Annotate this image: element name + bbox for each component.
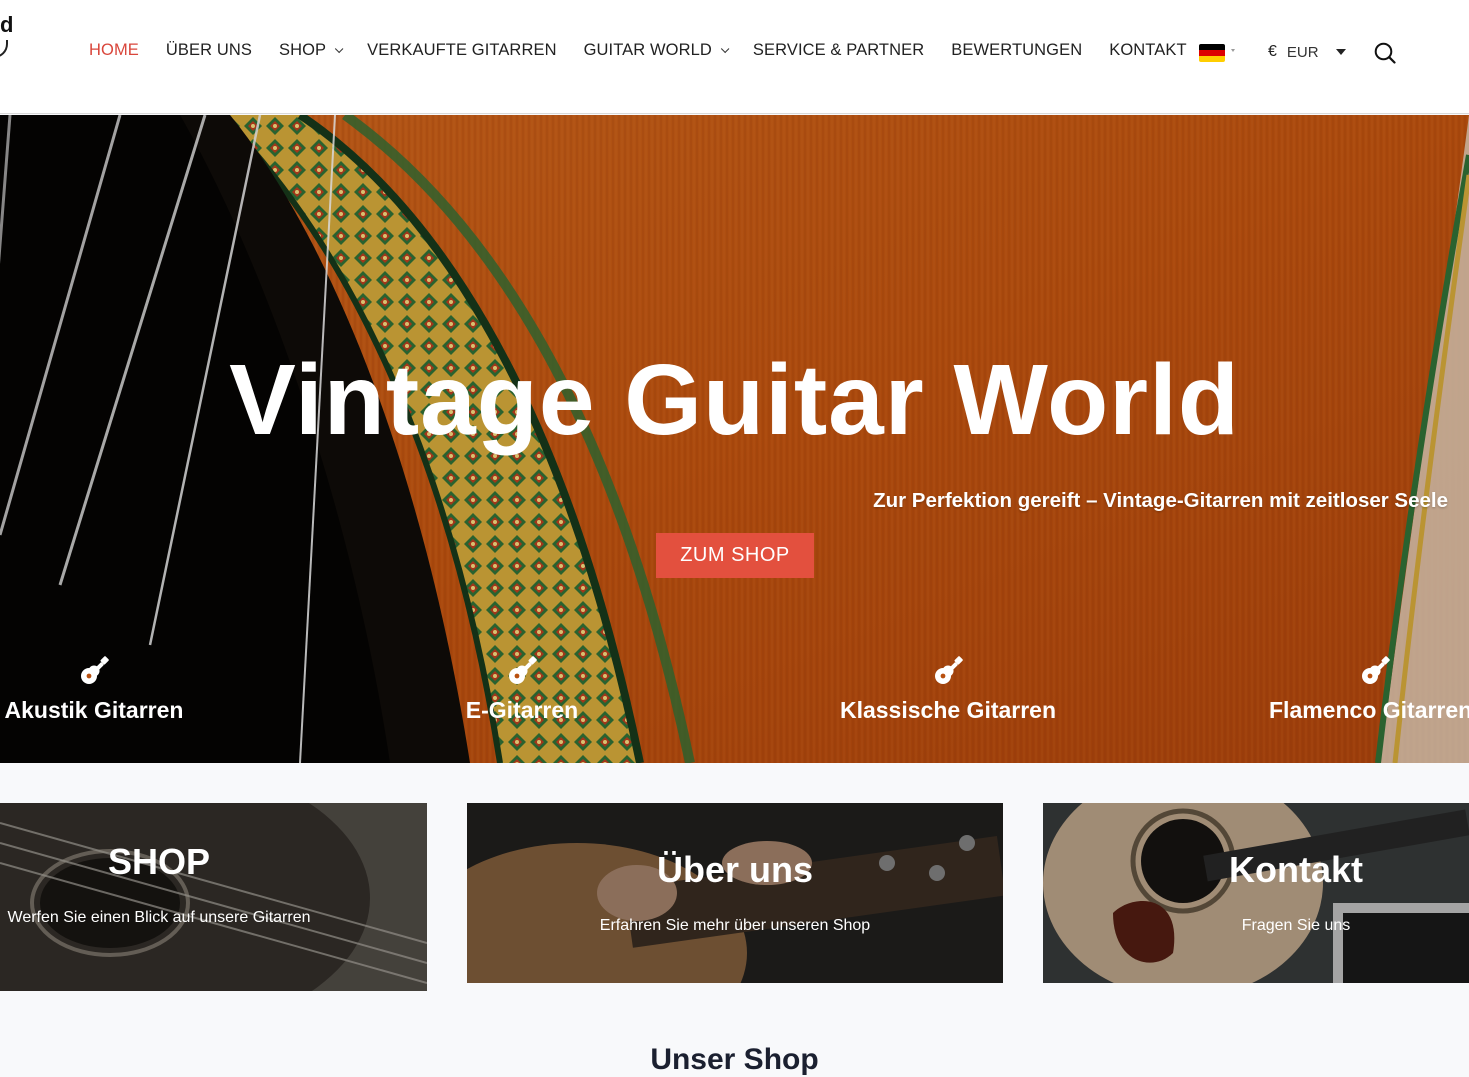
- card-kontakt-image: [1043, 803, 1469, 983]
- card-title: Über uns: [656, 849, 814, 890]
- card-title: SHOP: [107, 841, 211, 882]
- nav-item-verkaufte-gitarren[interactable]: VERKAUFTE GITARREN: [367, 41, 556, 60]
- card-ueber-uns-image: [467, 803, 1003, 983]
- category-label: Akustik Gitarren: [4, 697, 184, 723]
- currency-code: EUR: [1286, 43, 1319, 61]
- chevron-down-icon: [720, 44, 730, 53]
- hero-banner: Vintage Guitar World Zur Perfektion gere…: [0, 115, 1469, 763]
- guitar-icon: [81, 656, 109, 684]
- category-label: E-Gitarren: [465, 697, 579, 723]
- card-kontakt[interactable]: Kontakt Fragen Sie uns: [1043, 803, 1469, 983]
- chevron-down-icon: [335, 44, 344, 53]
- nav-label: KONTAKT: [1109, 41, 1187, 59]
- card-subtitle: Werfen Sie einen Blick auf unsere Gitarr…: [7, 909, 311, 926]
- category-label: Flamenco Gitarren: [1269, 697, 1469, 723]
- hero-subtitle: Zur Perfektion gereift – Vintage-Gitarre…: [873, 489, 1448, 512]
- nav-label: SHOP: [278, 41, 327, 59]
- card-shop[interactable]: SHOP Werfen Sie einen Blick auf unsere G…: [0, 803, 427, 991]
- nav-label: BEWERTUNGEN: [951, 41, 1083, 59]
- nav-item-service-partner[interactable]: SERVICE & PARTNER: [753, 41, 924, 60]
- guitar-icon: [935, 656, 963, 684]
- nav-label: ÜBER UNS: [165, 41, 252, 59]
- nav-item-ueber-uns[interactable]: ÜBER UNS: [166, 41, 252, 60]
- nav-item-guitar-world[interactable]: GUITAR WORLD: [583, 41, 730, 60]
- section-heading-unser-shop: Unser Shop: [650, 1043, 819, 1076]
- nav-item-home[interactable]: HOME: [89, 41, 139, 60]
- nav-label: GUITAR WORLD: [583, 41, 712, 59]
- guitar-icon: [1362, 656, 1390, 684]
- currency-symbol: €: [1268, 43, 1277, 60]
- hero-title: Vintage Guitar World: [229, 344, 1240, 456]
- caret-down-icon: [1335, 49, 1346, 55]
- logo-arc-icon: [0, 40, 8, 58]
- site-logo[interactable]: d: [0, 12, 13, 38]
- category-e-gitarren[interactable]: E-Gitarren: [442, 655, 602, 724]
- card-title: Kontakt: [1229, 849, 1363, 890]
- category-label: Klassische Gitarren: [839, 697, 1057, 723]
- card-shop-image: [0, 803, 427, 991]
- nav-label: SERVICE & PARTNER: [752, 41, 925, 59]
- nav-label: HOME: [89, 41, 139, 59]
- search-icon[interactable]: [1374, 42, 1396, 64]
- nav-item-kontakt[interactable]: KONTAKT: [1109, 41, 1186, 60]
- main-navigation: HOME ÜBER UNS SHOP VERKAUFTE GITARREN GU…: [89, 41, 1214, 60]
- category-akustik-gitarren[interactable]: Akustik Gitarren: [0, 655, 188, 724]
- card-ueber-uns[interactable]: Über uns Erfahren Sie mehr über unseren …: [467, 803, 1003, 983]
- site-header: d HOME ÜBER UNS SHOP VERKAUFTE GITARREN …: [0, 0, 1469, 114]
- language-caret-icon[interactable]: [1231, 49, 1235, 52]
- zum-shop-button[interactable]: ZUM SHOP: [656, 533, 814, 578]
- card-subtitle: Erfahren Sie mehr über unseren Shop: [599, 917, 871, 934]
- nav-item-shop[interactable]: SHOP: [278, 41, 344, 60]
- guitar-icon: [509, 656, 537, 684]
- card-subtitle: Fragen Sie uns: [1241, 917, 1351, 934]
- nav-label: VERKAUFTE GITARREN: [367, 41, 557, 59]
- germany-flag-icon[interactable]: [1199, 44, 1225, 62]
- nav-item-bewertungen[interactable]: BEWERTUNGEN: [951, 41, 1082, 60]
- category-klassische-gitarren[interactable]: Klassische Gitarren: [826, 655, 1070, 724]
- category-flamenco-gitarren[interactable]: Flamenco Gitarren: [1269, 655, 1469, 724]
- currency-selector[interactable]: € EUR: [1268, 43, 1346, 61]
